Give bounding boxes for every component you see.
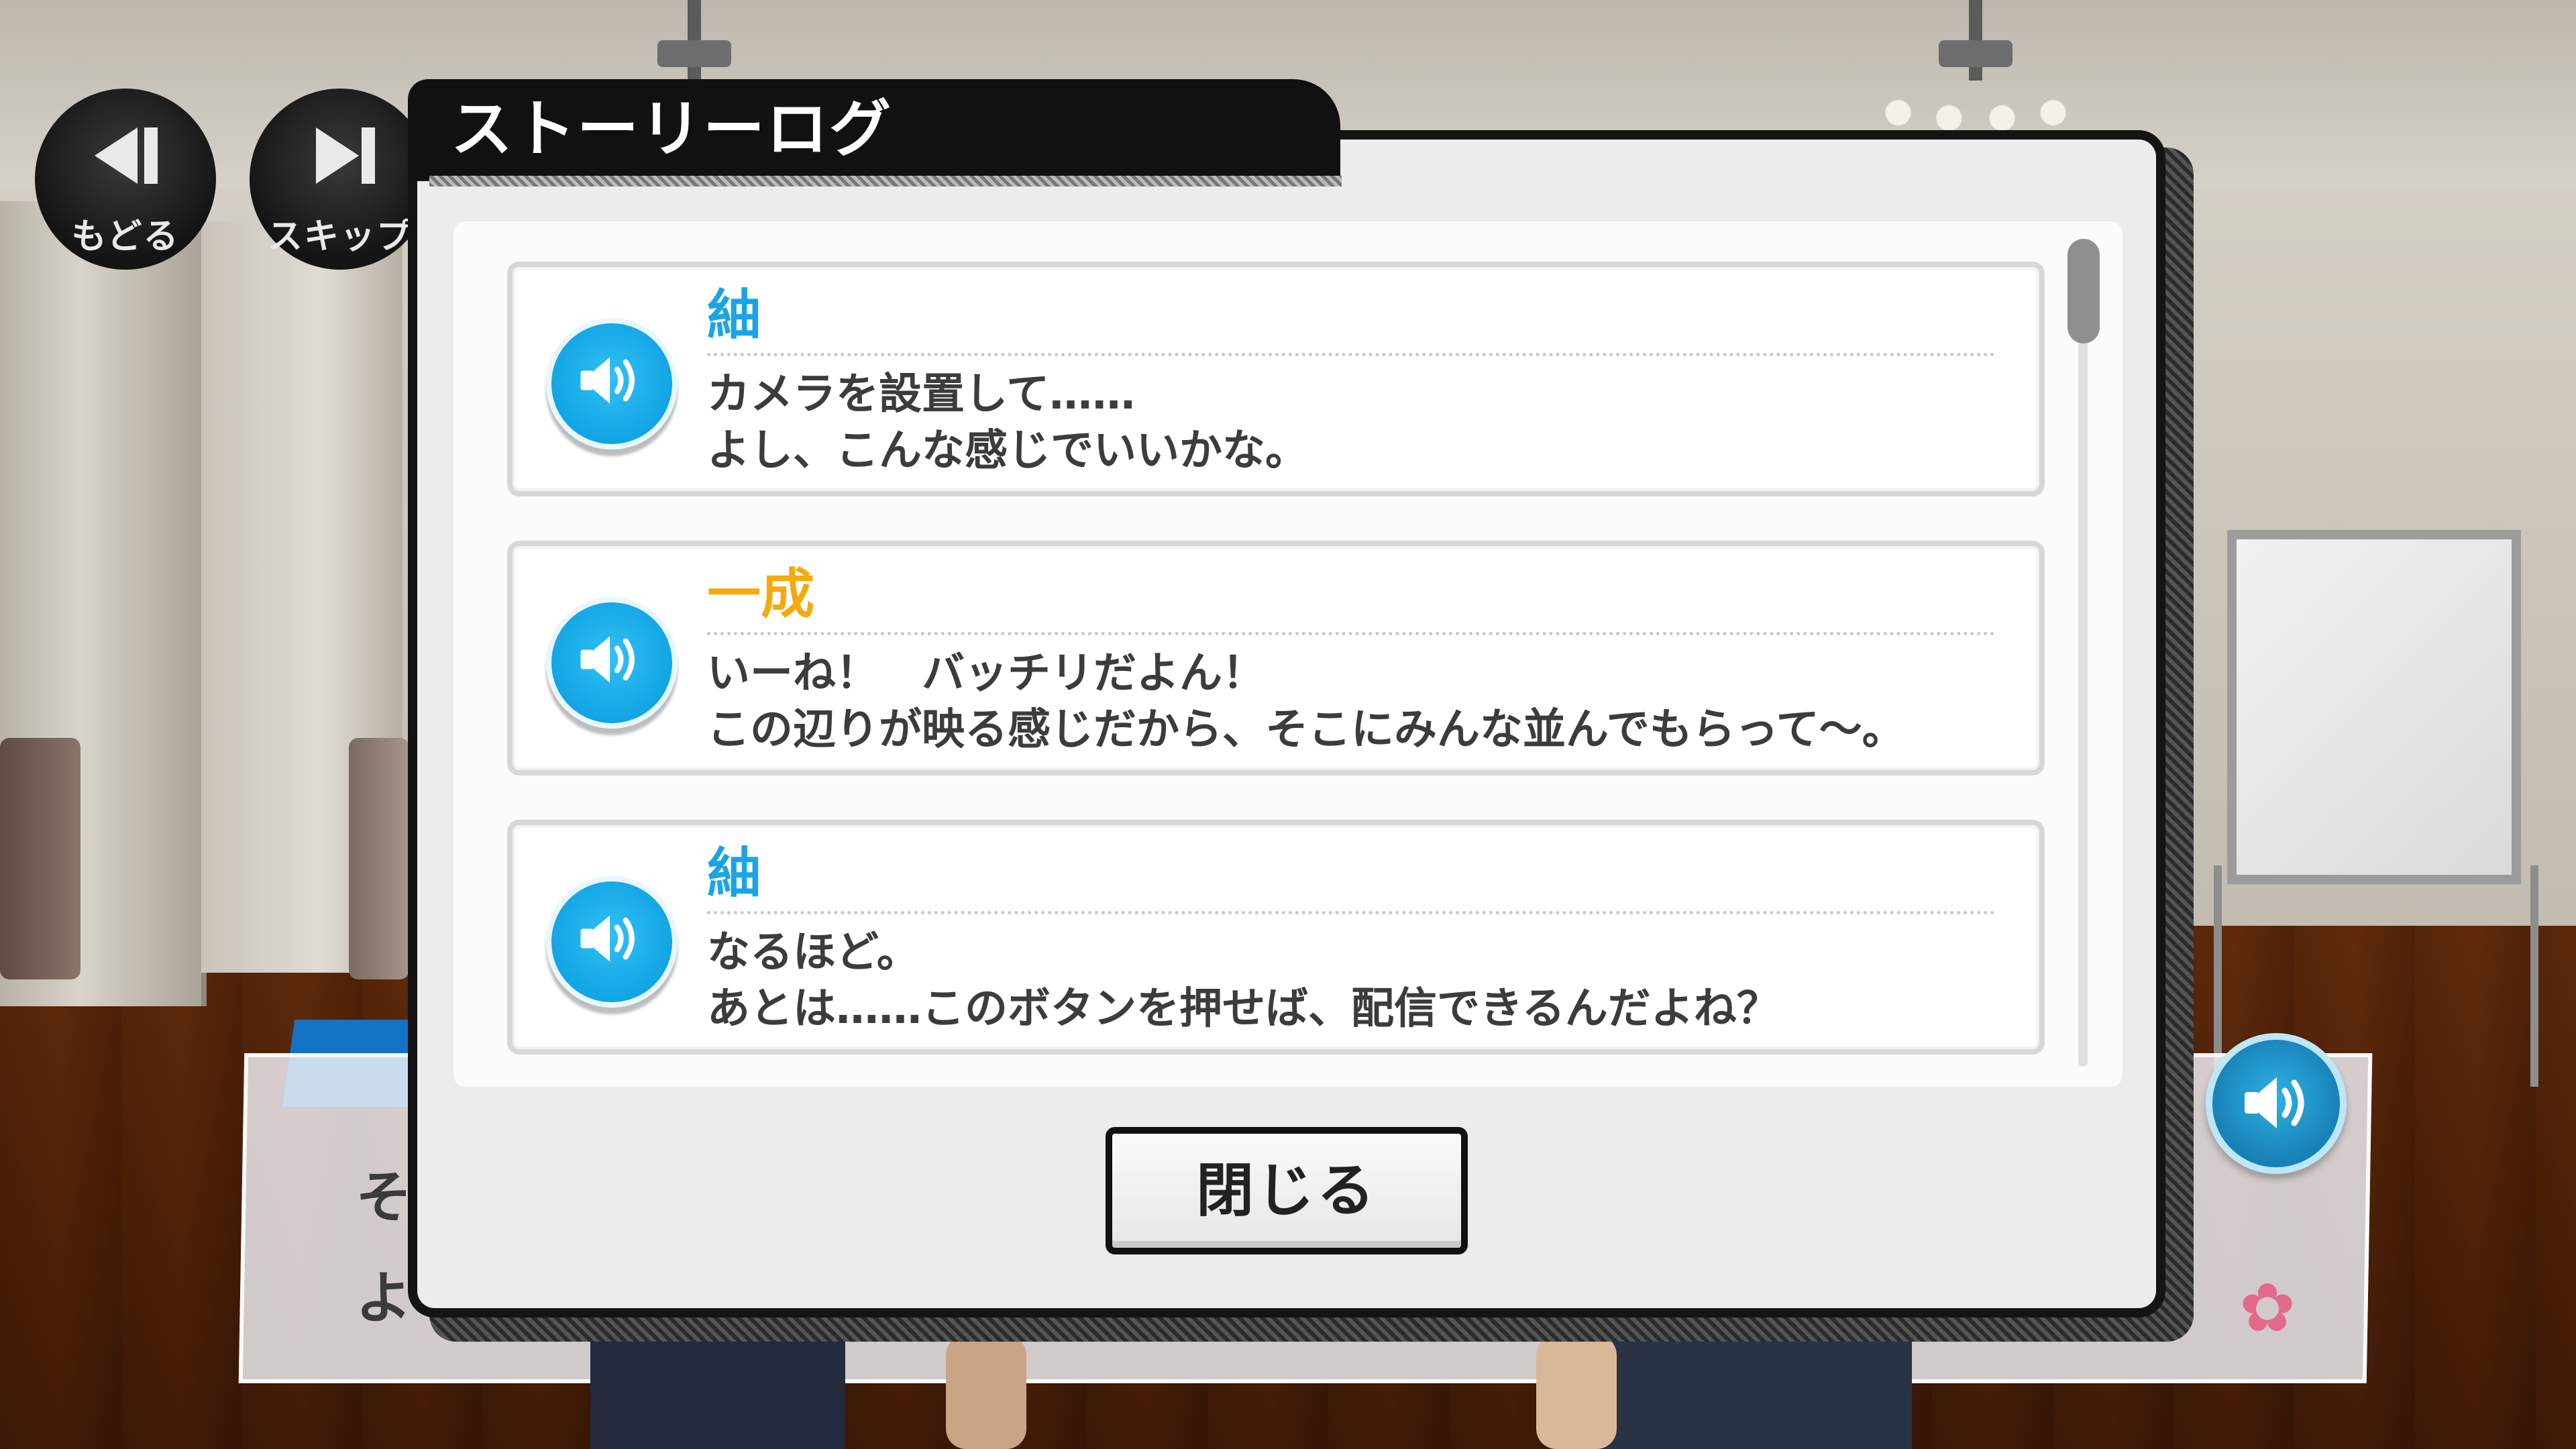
ceiling-light [1865, 0, 2086, 148]
dialogue-text: なるほど。 あとは……このボタンを押せば、配信できるんだよね？ [707, 928, 1780, 1034]
scrollbar-thumb[interactable] [2068, 239, 2100, 343]
scrollbar-track[interactable] [2078, 241, 2088, 1067]
speaker-name: 一成 [707, 563, 814, 625]
log-entry: 紬 なるほど。 あとは……このボタンを押せば、配信できるんだよね？ [507, 820, 2045, 1055]
back-button[interactable]: もどる [35, 89, 216, 270]
underlying-text-line: よ [356, 1265, 413, 1331]
underlying-text-line: そ [356, 1165, 413, 1230]
voice-play-button[interactable] [546, 876, 678, 1008]
sakura-flower-icon: ✿ [2239, 1269, 2296, 1347]
divider [707, 353, 1995, 356]
background-chair [349, 738, 409, 979]
speaker-icon [2245, 1077, 2304, 1128]
skip-button[interactable]: スキップ [250, 89, 431, 270]
voice-replay-button[interactable] [2206, 1033, 2347, 1174]
speaker-icon [580, 636, 635, 683]
background-whiteboard [2227, 530, 2521, 884]
close-button-label: 閉じる [1196, 1157, 1377, 1224]
divider [707, 632, 1995, 635]
speaker-name: 紬 [707, 842, 761, 904]
character-hand [946, 1335, 1026, 1449]
voice-play-button[interactable] [546, 597, 678, 729]
skip-forward-icon [250, 122, 431, 201]
speaker-icon [580, 357, 635, 404]
character-hand [1536, 1335, 1617, 1449]
rewind-icon [35, 122, 216, 201]
speaker-name: 紬 [707, 284, 761, 346]
speaker-icon [580, 915, 635, 962]
skip-label: スキップ [267, 217, 413, 257]
back-label: もどる [71, 217, 180, 257]
story-log-list[interactable]: 紬 カメラを設置して…… よし、こんな感じでいいかな。 一成 いーね！ バッチリ… [453, 221, 2123, 1087]
log-entry: 一成 いーね！ バッチリだよん！ この辺りが映る感じだから、そこにみんな並んでも… [507, 541, 2045, 775]
underlying-message-text: そ よ [356, 1147, 412, 1348]
divider [707, 911, 1995, 914]
dialog-title: ストーリーログ [451, 93, 893, 165]
dialogue-text: カメラを設置して…… よし、こんな感じでいいかな。 [707, 370, 1308, 476]
dialog-title-stripe [429, 176, 1342, 186]
close-button[interactable]: 閉じる [1106, 1127, 1468, 1254]
dialogue-text: いーね！ バッチリだよん！ この辺りが映る感じだから、そこにみんな並んでもらって… [707, 649, 1905, 755]
background-chair [0, 738, 80, 979]
log-entry: 紬 カメラを設置して…… よし、こんな感じでいいかな。 [507, 262, 2045, 496]
voice-play-button[interactable] [546, 318, 678, 449]
